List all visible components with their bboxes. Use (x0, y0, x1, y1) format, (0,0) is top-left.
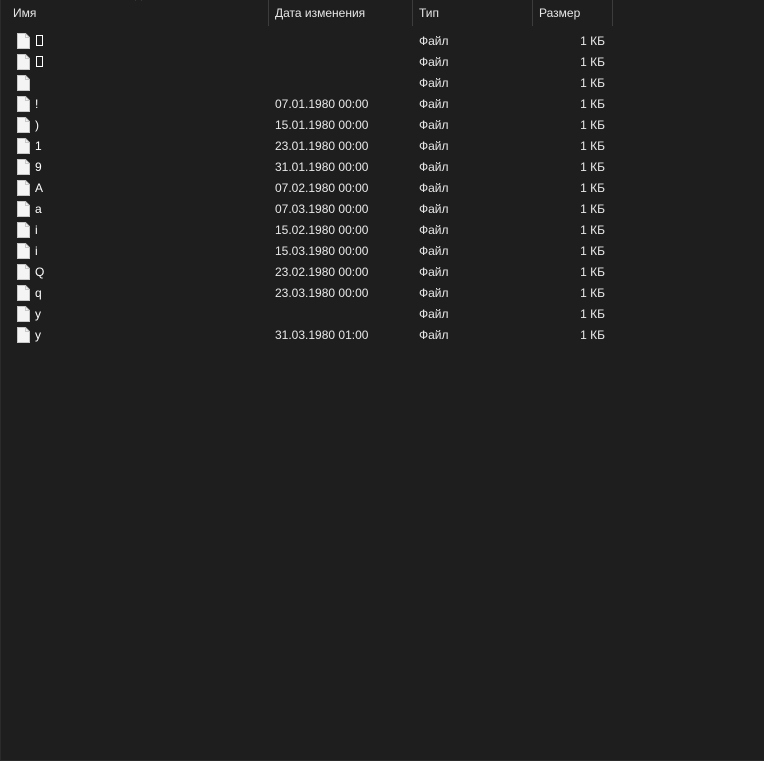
file-name: A (35, 181, 44, 195)
file-date-modified: 31.03.1980 01:00 (275, 328, 369, 342)
missing-glyph-box (36, 56, 43, 67)
file-type: Файл (419, 118, 449, 132)
file-icon (17, 327, 30, 343)
column-header-date-modified[interactable]: Дата изменения (269, 0, 413, 26)
file-row[interactable]: A 07.02.1980 00:00 Файл 1 КБ (1, 178, 613, 199)
file-name: y (35, 307, 41, 321)
file-row[interactable]: 1 23.01.1980 00:00 Файл 1 КБ (1, 136, 613, 157)
file-date-modified: 15.01.1980 00:00 (275, 118, 369, 132)
file-type: Файл (419, 223, 449, 237)
file-name: ! (35, 97, 39, 111)
file-name (35, 52, 43, 73)
file-date-modified: 15.02.1980 00:00 (275, 223, 369, 237)
file-icon (17, 138, 30, 154)
file-row[interactable]: ! 07.01.1980 00:00 Файл 1 КБ (1, 94, 613, 115)
file-name: i (35, 244, 38, 258)
file-row[interactable]: y Файл 1 КБ (1, 304, 613, 325)
file-name: i (35, 223, 38, 237)
file-type: Файл (419, 307, 449, 321)
file-size: 1 КБ (580, 223, 605, 237)
file-type: Файл (419, 181, 449, 195)
file-date-modified: 23.03.1980 00:00 (275, 286, 369, 300)
file-date-modified: 15.03.1980 00:00 (275, 244, 369, 258)
file-list: Файл 1 КБ Файл 1 КБ Файл 1 КБ! 07.01.1980 00:0… (1, 31, 613, 346)
column-header-name[interactable]: Имя (1, 0, 269, 26)
file-type: Файл (419, 265, 449, 279)
file-icon (17, 222, 30, 238)
file-date-modified: 23.01.1980 00:00 (275, 139, 369, 153)
file-icon (17, 117, 30, 133)
file-date-modified: 07.03.1980 00:00 (275, 202, 369, 216)
file-icon (17, 180, 30, 196)
column-header-size[interactable]: Размер (533, 0, 613, 26)
file-name (35, 31, 43, 52)
file-size: 1 КБ (580, 76, 605, 90)
file-name: 9 (35, 160, 42, 174)
file-type: Файл (419, 139, 449, 153)
missing-glyph-box (36, 35, 43, 46)
file-size: 1 КБ (580, 202, 605, 216)
file-icon (17, 96, 30, 112)
file-size: 1 КБ (580, 97, 605, 111)
file-size: 1 КБ (580, 286, 605, 300)
file-type: Файл (419, 34, 449, 48)
file-name: q (35, 286, 42, 300)
file-size: 1 КБ (580, 181, 605, 195)
file-date-modified: 31.01.1980 00:00 (275, 160, 369, 174)
file-size: 1 КБ (580, 55, 605, 69)
file-row[interactable]: Q 23.02.1980 00:00 Файл 1 КБ (1, 262, 613, 283)
file-size: 1 КБ (580, 139, 605, 153)
file-type: Файл (419, 160, 449, 174)
file-row[interactable]: i 15.03.1980 00:00 Файл 1 КБ (1, 241, 613, 262)
file-name: ) (35, 118, 39, 132)
file-type: Файл (419, 97, 449, 111)
file-row[interactable]: q 23.03.1980 00:00 Файл 1 КБ (1, 283, 613, 304)
file-row[interactable]: 9 31.01.1980 00:00 Файл 1 КБ (1, 157, 613, 178)
file-size: 1 КБ (580, 118, 605, 132)
file-name: a (35, 202, 42, 216)
file-type: Файл (419, 286, 449, 300)
file-icon (17, 75, 30, 91)
file-type: Файл (419, 202, 449, 216)
file-row[interactable]: Файл 1 КБ (1, 52, 613, 73)
file-icon (17, 306, 30, 322)
file-icon (17, 54, 30, 70)
column-header-bar: Имя Дата изменения Тип Размер (1, 0, 613, 26)
file-row[interactable]: Файл 1 КБ (1, 31, 613, 52)
file-size: 1 КБ (580, 307, 605, 321)
file-size: 1 КБ (580, 244, 605, 258)
file-icon (17, 285, 30, 301)
file-size: 1 КБ (580, 160, 605, 174)
file-icon (17, 264, 30, 280)
file-row[interactable]: Файл 1 КБ (1, 73, 613, 94)
file-type: Файл (419, 55, 449, 69)
file-icon (17, 243, 30, 259)
file-icon (17, 159, 30, 175)
file-type: Файл (419, 244, 449, 258)
file-icon (17, 201, 30, 217)
file-name: y (35, 328, 41, 342)
file-date-modified: 23.02.1980 00:00 (275, 265, 369, 279)
file-row[interactable]: y 31.03.1980 01:00 Файл 1 КБ (1, 325, 613, 346)
file-size: 1 КБ (580, 265, 605, 279)
file-list-pane: Имя Дата изменения Тип Размер Файл 1 КБ Фа… (0, 0, 764, 761)
file-size: 1 КБ (580, 328, 605, 342)
file-size: 1 КБ (580, 34, 605, 48)
file-icon (17, 33, 30, 49)
file-name: 1 (35, 139, 42, 153)
file-row[interactable]: a 07.03.1980 00:00 Файл 1 КБ (1, 199, 613, 220)
file-date-modified: 07.01.1980 00:00 (275, 97, 369, 111)
file-date-modified: 07.02.1980 00:00 (275, 181, 369, 195)
file-name: Q (35, 265, 45, 279)
file-type: Файл (419, 76, 449, 90)
column-header-type[interactable]: Тип (413, 0, 533, 26)
file-row[interactable]: ) 15.01.1980 00:00 Файл 1 КБ (1, 115, 613, 136)
file-row[interactable]: i 15.02.1980 00:00 Файл 1 КБ (1, 220, 613, 241)
file-type: Файл (419, 328, 449, 342)
